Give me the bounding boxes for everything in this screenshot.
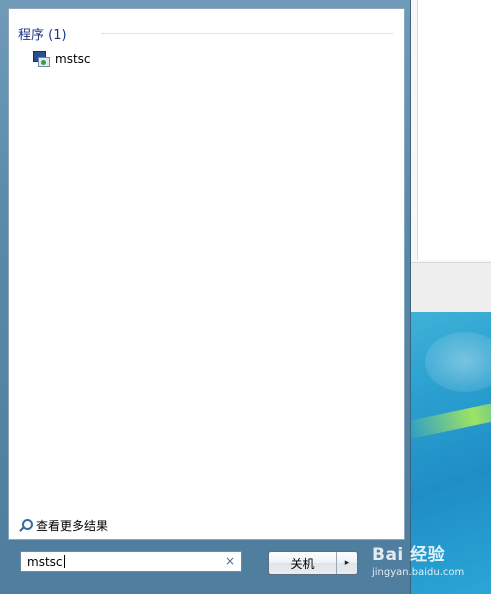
desktop-streak xyxy=(405,393,491,440)
start-menu: 程序 (1) mstsc 查看更多结果 mstsc × 关机 ▸ xyxy=(0,0,411,594)
results-group-heading: 程序 (1) xyxy=(18,28,67,43)
text-caret xyxy=(63,555,65,568)
shutdown-options-arrow-icon[interactable]: ▸ xyxy=(337,552,357,574)
search-input[interactable]: mstsc × xyxy=(20,551,242,572)
shutdown-split-button: 关机 ▸ xyxy=(268,551,358,575)
desktop-glow xyxy=(425,332,491,392)
background-window-pane xyxy=(417,0,491,260)
remote-desktop-icon xyxy=(33,51,50,67)
see-more-results-label: 查看更多结果 xyxy=(36,519,109,533)
clear-search-icon[interactable]: × xyxy=(225,554,235,568)
search-icon xyxy=(18,518,33,533)
group-divider xyxy=(101,33,393,34)
result-item-mstsc[interactable]: mstsc xyxy=(29,49,95,69)
background-window-bar xyxy=(405,262,491,313)
see-more-results-link[interactable]: 查看更多结果 xyxy=(18,517,108,534)
search-input-value: mstsc xyxy=(27,554,63,569)
shutdown-button[interactable]: 关机 xyxy=(269,552,337,574)
result-item-label: mstsc xyxy=(55,52,91,66)
background-window xyxy=(405,0,491,320)
search-results-panel: 程序 (1) mstsc 查看更多结果 xyxy=(8,8,405,540)
watermark-url: jingyan.baidu.com xyxy=(372,567,465,578)
baidu-watermark: Bai 经验 jingyan.baidu.com xyxy=(372,540,490,584)
watermark-logo: Bai 经验 xyxy=(372,545,446,565)
